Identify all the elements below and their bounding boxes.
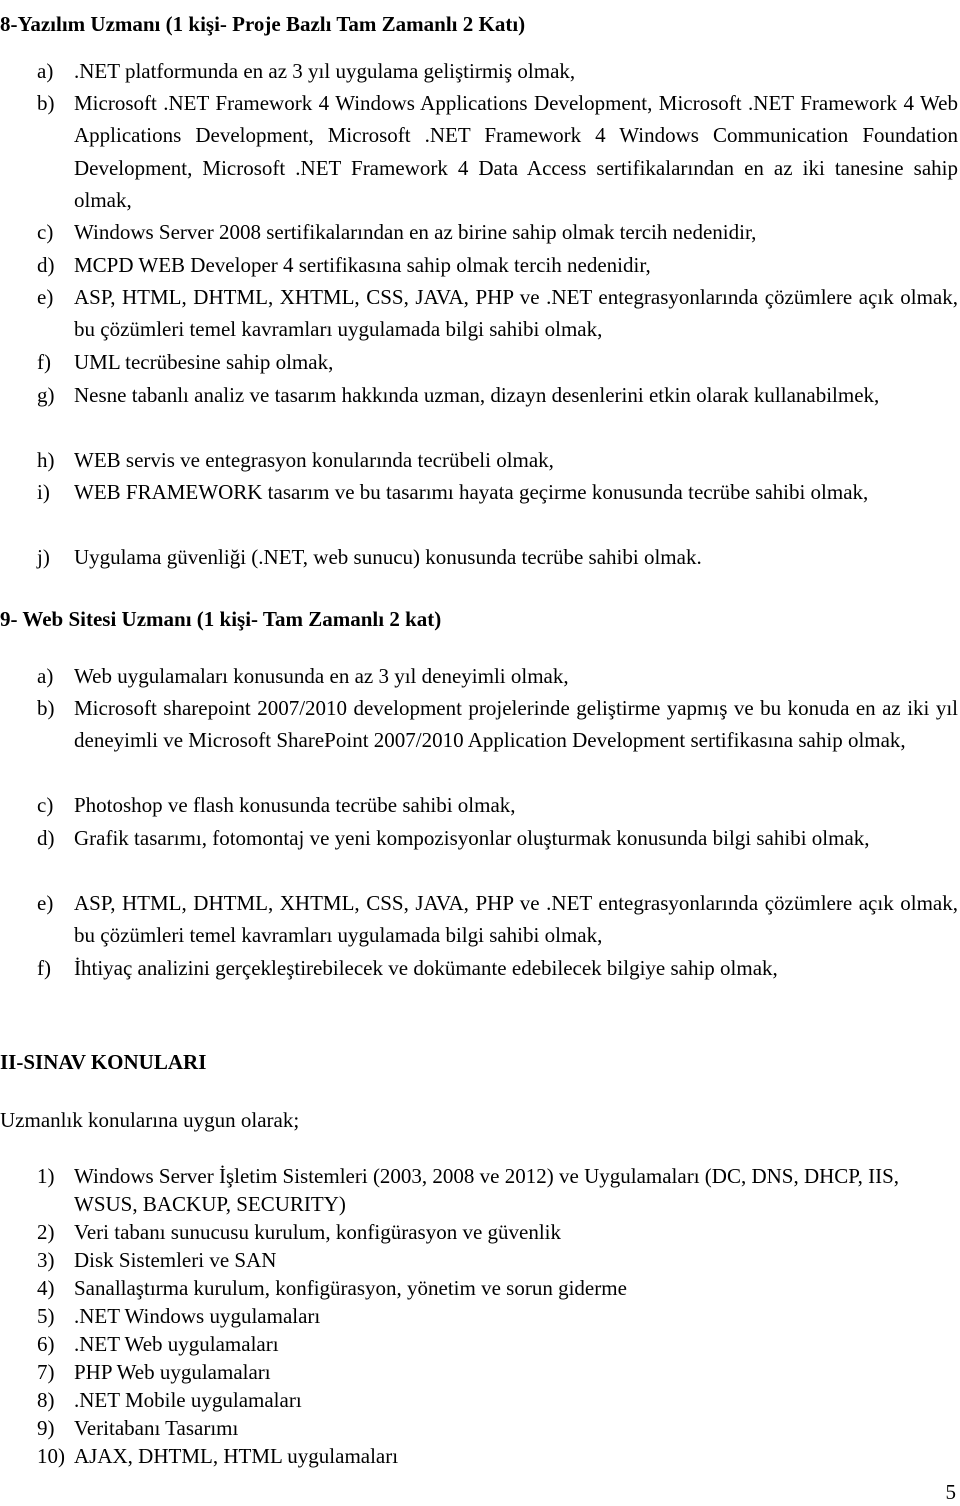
list-marker: a) (37, 664, 54, 688)
exam-intro: Uzmanlık konularına uygun olarak; (0, 1108, 300, 1132)
list-marker: 4) (37, 1276, 55, 1300)
list-item: a) Web uygulamaları konusunda en az 3 yı… (37, 660, 958, 692)
list-item-text: ASP, HTML, DHTML, XHTML, CSS, JAVA, PHP … (74, 285, 958, 342)
numbered-list-item: 10) AJAX, DHTML, HTML uygulamaları (37, 1442, 958, 1470)
list-item: c) Photoshop ve flash konusunda tecrübe … (37, 789, 958, 821)
list-item-text: Uygulama güvenliği (.NET, web sunucu) ko… (74, 545, 702, 569)
list-item: a) .NET platformunda en az 3 yıl uygulam… (37, 55, 958, 87)
list-marker: b) (37, 696, 55, 720)
list-marker: 2) (37, 1220, 55, 1244)
list-item-text: .NET Web uygulamaları (74, 1332, 279, 1356)
list-marker: i) (37, 480, 50, 504)
list-item-text: Windows Server 2008 sertifikalarından en… (74, 220, 757, 244)
list-item-text: Veritabanı Tasarımı (74, 1416, 239, 1440)
list-item: b) Microsoft sharepoint 2007/2010 develo… (37, 692, 958, 757)
exam-topics-heading: II-SINAV KONULARI (0, 1050, 207, 1074)
numbered-list-item: 5) .NET Windows uygulamaları (37, 1302, 958, 1330)
list-marker: 5) (37, 1304, 55, 1328)
list-item-text: UML tecrübesine sahip olmak, (74, 350, 334, 374)
list-item-text: Windows Server İşletim Sistemleri (2003,… (74, 1164, 900, 1217)
list-marker: e) (37, 285, 54, 309)
list-marker: c) (37, 220, 54, 244)
list-item-text: Veri tabanı sunucusu kurulum, konfigüras… (74, 1220, 561, 1244)
list-item-text: PHP Web uygulamaları (74, 1360, 271, 1384)
list-item: e) ASP, HTML, DHTML, XHTML, CSS, JAVA, P… (37, 281, 958, 346)
list-item: d) Grafik tasarımı, fotomontaj ve yeni k… (37, 822, 958, 854)
list-item: i) WEB FRAMEWORK tasarım ve bu tasarımı … (37, 476, 958, 508)
numbered-list-item: 1) Windows Server İşletim Sistemleri (20… (37, 1162, 958, 1218)
list-item-text: .NET platformunda en az 3 yıl uygulama g… (74, 59, 576, 83)
list-marker: 1) (37, 1164, 55, 1188)
list-item-text: .NET Mobile uygulamaları (74, 1388, 302, 1412)
numbered-list-item: 7) PHP Web uygulamaları (37, 1358, 958, 1386)
list-item-text: Disk Sistemleri ve SAN (74, 1248, 277, 1272)
list-marker: 6) (37, 1332, 55, 1356)
list-marker: 10) (37, 1444, 65, 1468)
list-item-text: Photoshop ve flash konusunda tecrübe sah… (74, 793, 516, 817)
numbered-list-item: 3) Disk Sistemleri ve SAN (37, 1246, 958, 1274)
list-marker: 7) (37, 1360, 55, 1384)
list-marker: e) (37, 891, 54, 915)
section-8-heading: 8-Yazılım Uzmanı (1 kişi- Proje Bazlı Ta… (0, 12, 526, 36)
list-item-text: .NET Windows uygulamaları (74, 1304, 321, 1328)
list-item: b) Microsoft .NET Framework 4 Windows Ap… (37, 87, 958, 217)
list-item: c) Windows Server 2008 sertifikalarından… (37, 216, 958, 248)
list-item: e) ASP, HTML, DHTML, XHTML, CSS, JAVA, P… (37, 887, 958, 952)
list-item: j) Uygulama güvenliği (.NET, web sunucu)… (37, 541, 958, 573)
list-item-text: Grafik tasarımı, fotomontaj ve yeni komp… (74, 826, 870, 850)
list-item: d) MCPD WEB Developer 4 sertifikasına sa… (37, 249, 958, 281)
list-item: f) İhtiyaç analizini gerçekleştirebilece… (37, 952, 958, 984)
list-marker: g) (37, 383, 55, 407)
numbered-list-item: 8) .NET Mobile uygulamaları (37, 1386, 958, 1414)
page-number: 5 (945, 1480, 957, 1504)
list-marker: 9) (37, 1416, 55, 1440)
section-9-heading: 9- Web Sitesi Uzmanı (1 kişi- Tam Zamanl… (0, 607, 442, 631)
list-marker: d) (37, 253, 55, 277)
list-item-text: Nesne tabanlı analiz ve tasarım hakkında… (74, 383, 880, 407)
list-marker: d) (37, 826, 55, 850)
list-item-text: Web uygulamaları konusunda en az 3 yıl d… (74, 664, 569, 688)
numbered-list-item: 4) Sanallaştırma kurulum, konfigürasyon,… (37, 1274, 958, 1302)
list-marker: f) (37, 956, 51, 980)
list-marker: j) (37, 545, 50, 569)
list-item-text: ASP, HTML, DHTML, XHTML, CSS, JAVA, PHP … (74, 891, 958, 948)
list-item-text: İhtiyaç analizini gerçekleştirebilecek v… (74, 956, 778, 980)
list-marker: 8) (37, 1388, 55, 1412)
list-item-text: Sanallaştırma kurulum, konfigürasyon, yö… (74, 1276, 627, 1300)
list-item-text: Microsoft .NET Framework 4 Windows Appli… (74, 91, 958, 213)
numbered-list-item: 6) .NET Web uygulamaları (37, 1330, 958, 1358)
list-marker: b) (37, 91, 55, 115)
list-marker: c) (37, 793, 54, 817)
list-item-text: WEB FRAMEWORK tasarım ve bu tasarımı hay… (74, 480, 869, 504)
list-item-text: WEB servis ve entegrasyon konularında te… (74, 448, 554, 472)
list-item-text: AJAX, DHTML, HTML uygulamaları (74, 1444, 399, 1468)
numbered-list-item: 9) Veritabanı Tasarımı (37, 1414, 958, 1442)
list-item: f) UML tecrübesine sahip olmak, (37, 346, 958, 378)
list-marker: a) (37, 59, 54, 83)
list-item-text: Microsoft sharepoint 2007/2010 developme… (74, 696, 958, 753)
list-item-text: MCPD WEB Developer 4 sertifikasına sahip… (74, 253, 651, 277)
numbered-list-item: 2) Veri tabanı sunucusu kurulum, konfigü… (37, 1218, 958, 1246)
list-marker: 3) (37, 1248, 55, 1272)
list-item: h) WEB servis ve entegrasyon konularında… (37, 444, 958, 476)
list-marker: f) (37, 350, 51, 374)
list-marker: h) (37, 448, 55, 472)
list-item: g) Nesne tabanlı analiz ve tasarım hakkı… (37, 379, 958, 411)
